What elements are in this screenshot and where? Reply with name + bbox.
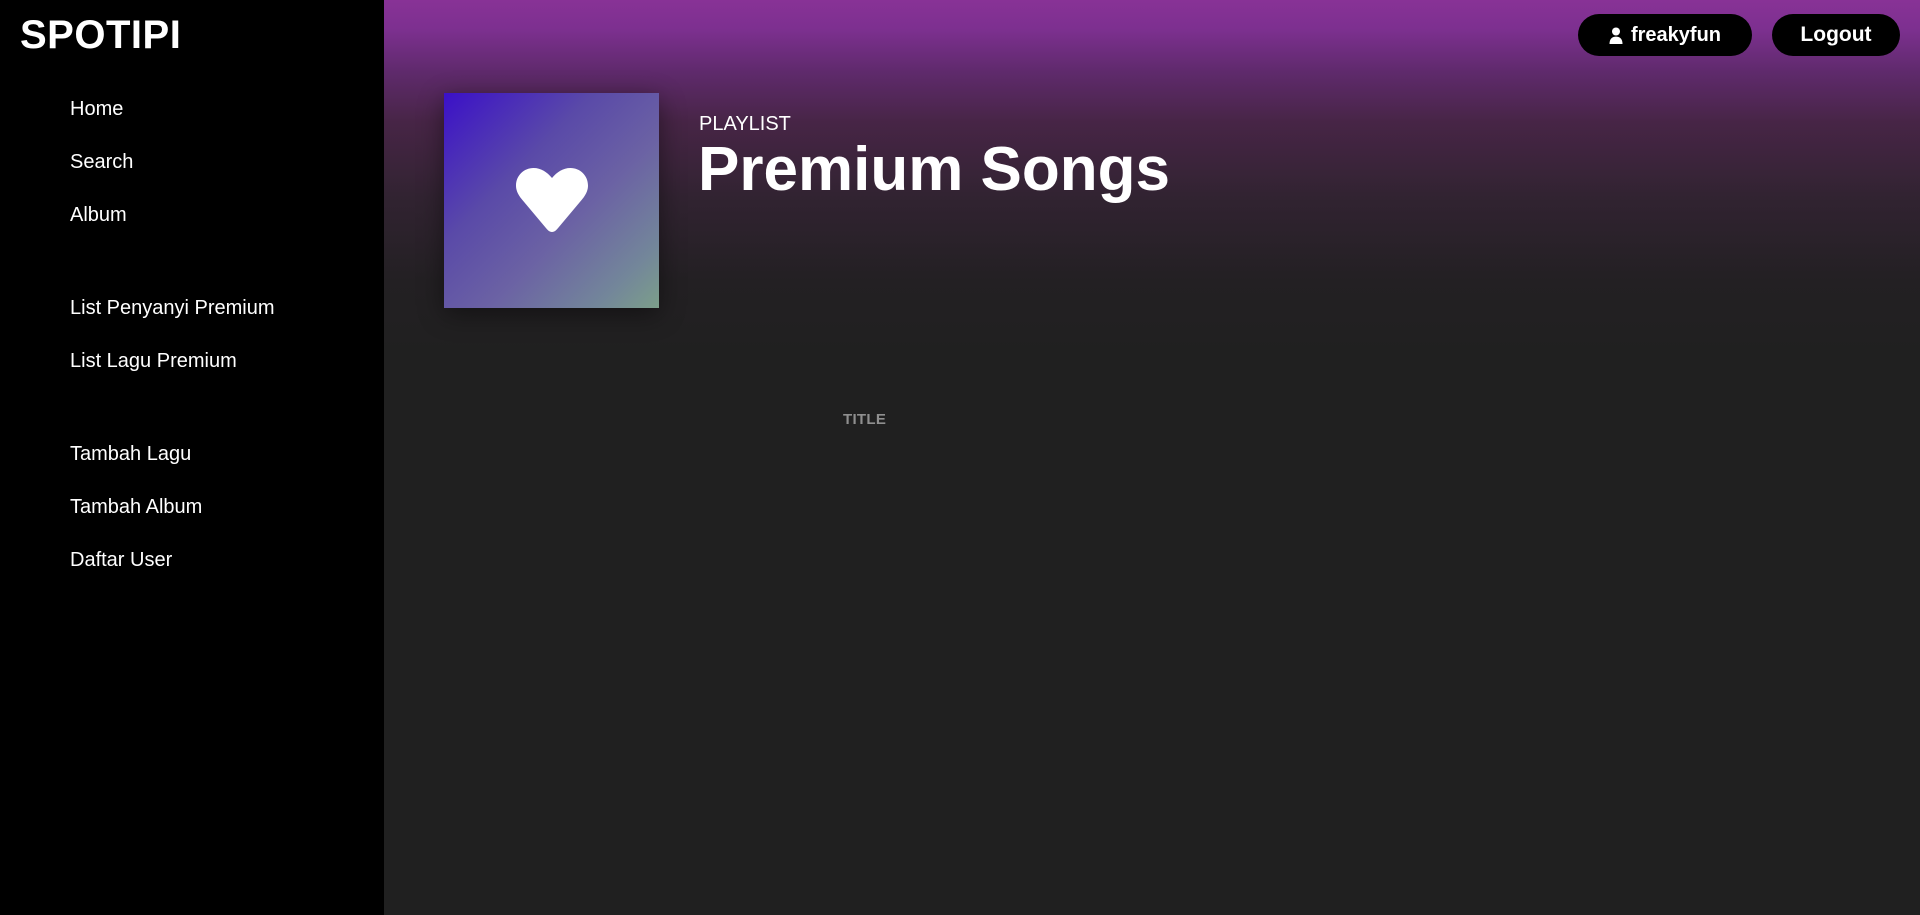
app-root: SPOTIPI Home Search Album List Penyanyi … [0,0,1920,915]
user-profile-button[interactable]: freakyfun [1578,14,1752,56]
main-content: freakyfun Logout PLAYLIST Premium Songs … [384,0,1920,915]
table-header-title[interactable]: TITLE [843,411,886,428]
logout-button[interactable]: Logout [1772,14,1900,56]
sidebar-nav-admin: Tambah Lagu Tambah Album Daftar User [70,442,202,572]
user-profile-label: freakyfun [1630,23,1722,46]
heart-icon [515,167,588,232]
sidebar-item-list-penyanyi-premium[interactable]: List Penyanyi Premium [70,296,275,320]
playlist-cover [444,93,659,308]
user-icon [1609,27,1623,44]
sidebar-item-search[interactable]: Search [70,150,133,174]
sidebar-item-tambah-lagu[interactable]: Tambah Lagu [70,442,202,466]
playlist-header: freakyfun Logout PLAYLIST Premium Songs [384,0,1920,360]
sidebar-item-tambah-album[interactable]: Tambah Album [70,495,202,519]
sidebar-item-list-lagu-premium[interactable]: List Lagu Premium [70,349,275,373]
playlist-title: Premium Songs [698,135,1170,204]
sidebar: SPOTIPI Home Search Album List Penyanyi … [0,0,384,915]
sidebar-item-home[interactable]: Home [70,97,133,121]
sidebar-nav-main: Home Search Album [70,97,133,227]
sidebar-nav-premium: List Penyanyi Premium List Lagu Premium [70,296,275,373]
sidebar-item-daftar-user[interactable]: Daftar User [70,548,202,572]
sidebar-item-album[interactable]: Album [70,203,133,227]
app-logo[interactable]: SPOTIPI [20,12,181,58]
